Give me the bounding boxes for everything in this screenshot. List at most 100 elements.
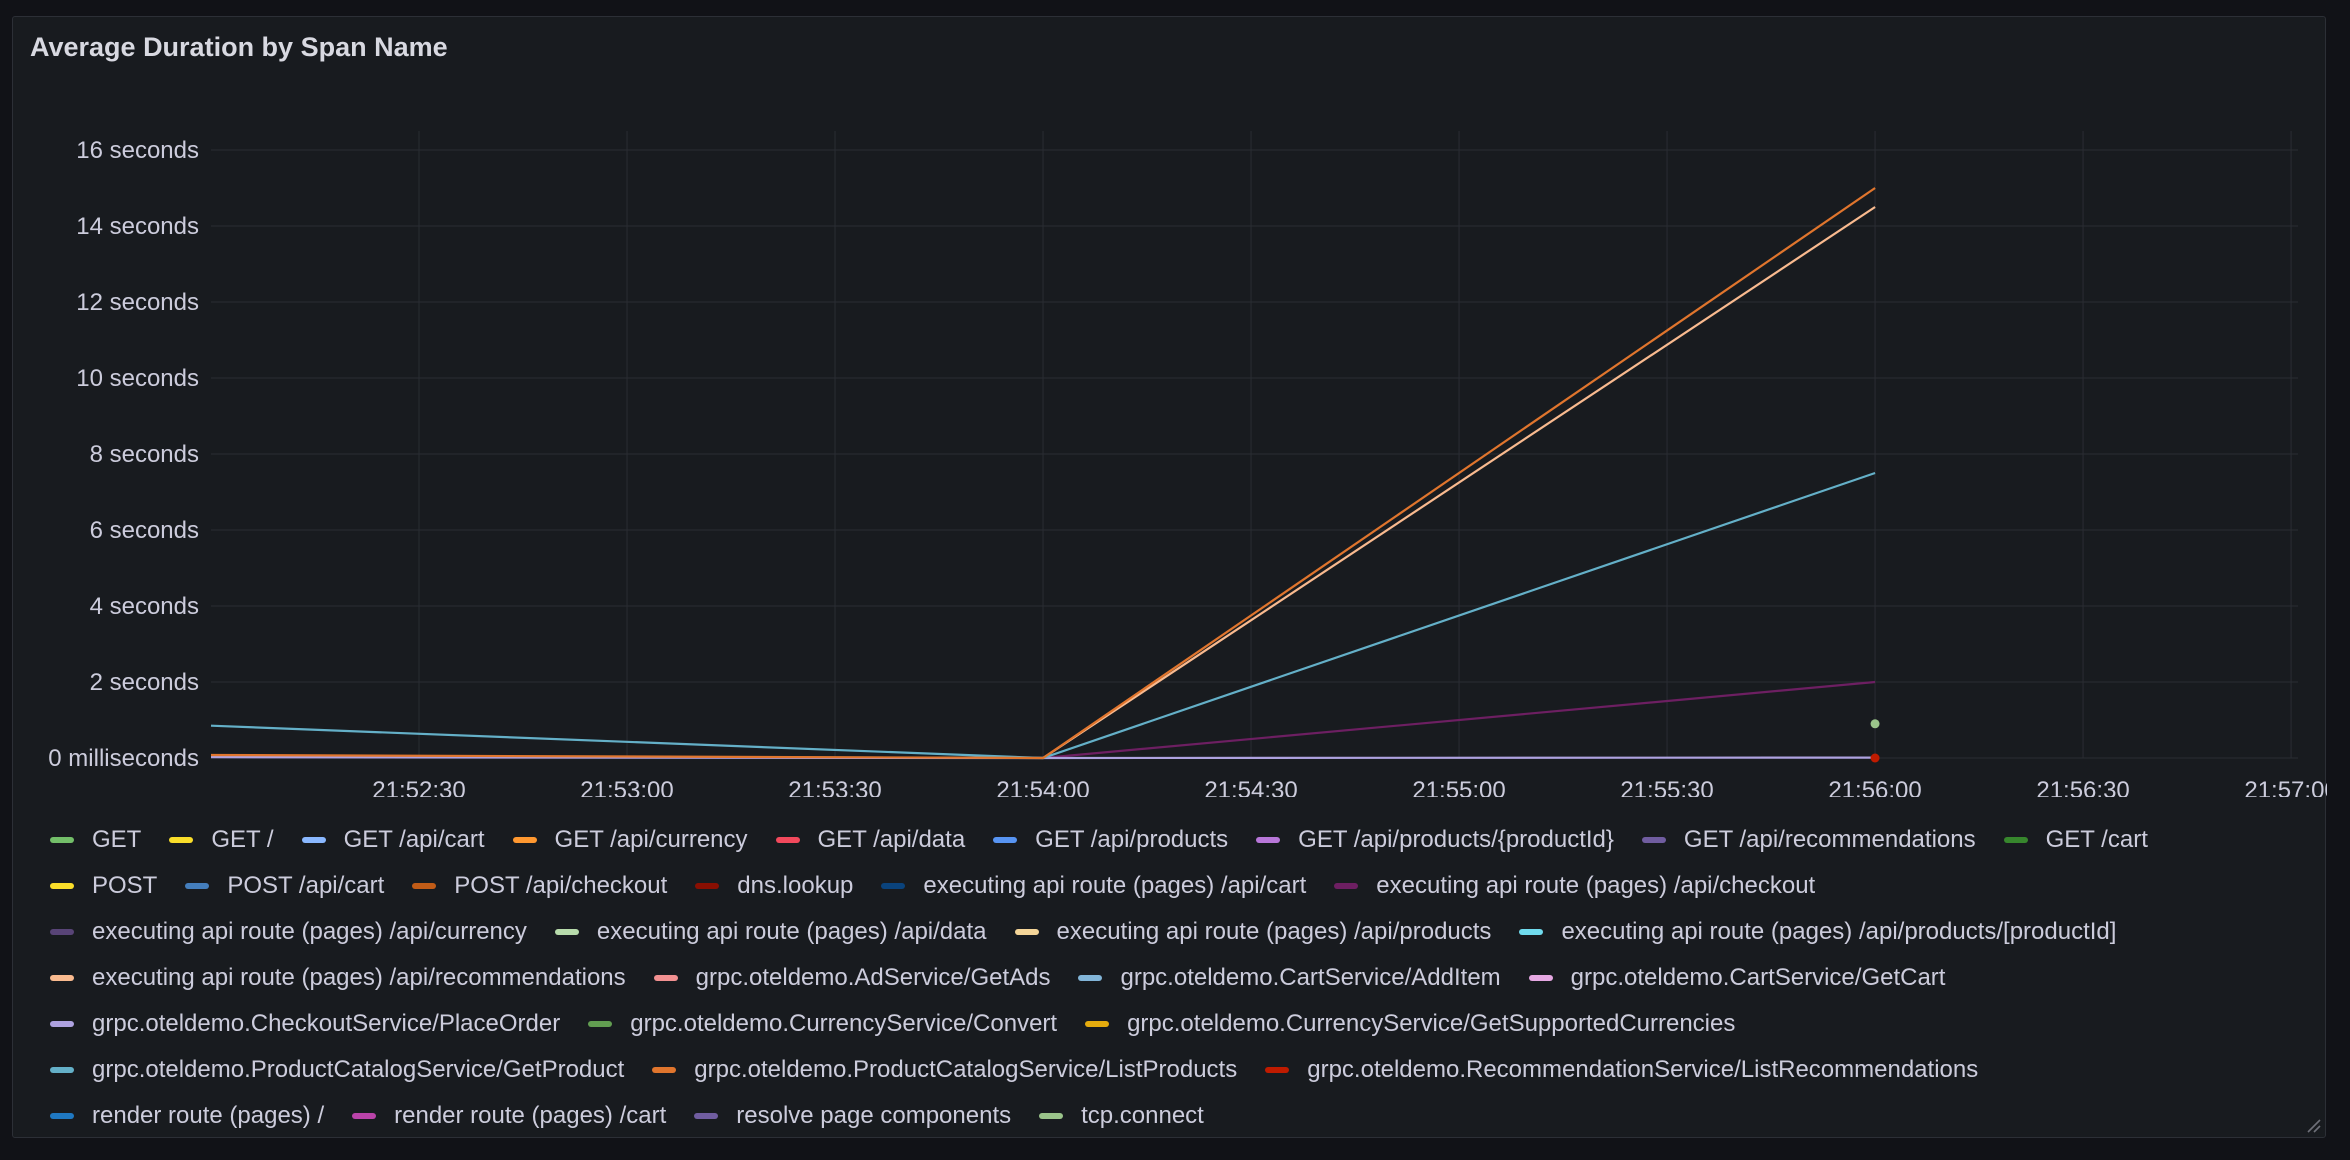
- y-tick-label: 4 seconds: [90, 593, 199, 620]
- legend-item[interactable]: GET /api/products/{productId}: [1256, 826, 1614, 854]
- legend-item[interactable]: POST: [50, 872, 157, 900]
- legend-label: grpc.oteldemo.ProductCatalogService/List…: [694, 1056, 1238, 1083]
- chart-panel: Average Duration by Span Name 0 millisec…: [12, 16, 2327, 1138]
- legend-label: GET /api/products: [1035, 826, 1229, 853]
- legend-swatch: [185, 883, 210, 889]
- legend-label: executing api route (pages) /api/product…: [1561, 918, 2117, 945]
- legend-item[interactable]: render route (pages) /cart: [352, 1102, 666, 1130]
- legend-item[interactable]: executing api route (pages) /api/product…: [1014, 918, 1491, 946]
- y-tick-label: 0 milliseconds: [48, 745, 199, 772]
- x-tick-label: 21:53:00: [580, 777, 673, 797]
- legend-swatch: [512, 837, 537, 843]
- legend-label: render route (pages) /: [92, 1102, 325, 1129]
- legend-label: grpc.oteldemo.CartService/GetCart: [1570, 964, 1946, 991]
- legend-item[interactable]: grpc.oteldemo.ProductCatalogService/GetP…: [50, 1056, 624, 1084]
- y-tick-label: 14 seconds: [76, 213, 199, 240]
- resize-handle-icon[interactable]: [2303, 1115, 2321, 1133]
- legend-label: tcp.connect: [1081, 1102, 1204, 1129]
- legend-label: GET /api/products/{productId}: [1298, 826, 1614, 853]
- legend-item[interactable]: grpc.oteldemo.RecommendationService/List…: [1265, 1056, 1978, 1084]
- legend-item[interactable]: grpc.oteldemo.CurrencyService/Convert: [588, 1010, 1057, 1038]
- legend-label: render route (pages) /cart: [394, 1102, 667, 1129]
- data-point[interactable]: [1870, 719, 1880, 729]
- legend-item[interactable]: GET /api/recommendations: [1641, 826, 1976, 854]
- x-tick-label: 21:56:00: [1828, 777, 1921, 797]
- x-tick-label: 21:54:00: [996, 777, 1089, 797]
- legend-item[interactable]: executing api route (pages) /api/checkou…: [1334, 872, 1815, 900]
- legend-label: resolve page components: [736, 1102, 1012, 1129]
- legend-item[interactable]: dns.lookup: [695, 872, 853, 900]
- legend-swatch: [169, 837, 194, 843]
- legend-label: executing api route (pages) /api/currenc…: [92, 918, 527, 945]
- chart-legend: GET GET / GET /api/cart GET /api/currency GE…: [50, 817, 2340, 1139]
- legend-row: grpc.oteldemo.CheckoutService/PlaceOrder…: [50, 1001, 2340, 1047]
- y-tick-label: 12 seconds: [76, 289, 199, 316]
- legend-swatch: [50, 1021, 74, 1027]
- legend-swatch: [775, 837, 800, 843]
- legend-label: GET /api/currency: [554, 826, 748, 853]
- legend-swatch: [352, 1113, 377, 1119]
- legend-swatch: [993, 837, 1018, 843]
- legend-swatch: [652, 1067, 677, 1073]
- legend-item[interactable]: POST /api/checkout: [412, 872, 667, 900]
- legend-item[interactable]: executing api route (pages) /api/product…: [1519, 918, 2116, 946]
- legend-swatch: [412, 883, 437, 889]
- legend-swatch: [1039, 1113, 1064, 1119]
- legend-swatch: [1265, 1067, 1290, 1073]
- legend-label: POST: [92, 872, 158, 899]
- legend-label: GET /api/recommendations: [1683, 826, 1976, 853]
- legend-row: executing api route (pages) /api/recomme…: [50, 955, 2340, 1001]
- legend-item[interactable]: grpc.oteldemo.AdService/GetAds: [653, 964, 1051, 992]
- legend-item[interactable]: render route (pages) /: [50, 1102, 324, 1130]
- x-tick-label: 21:57:00: [2244, 777, 2327, 797]
- legend-item[interactable]: GET /api/data: [775, 826, 966, 854]
- legend-label: grpc.oteldemo.ProductCatalogService/GetP…: [92, 1056, 625, 1083]
- x-tick-label: 21:56:30: [2036, 777, 2129, 797]
- legend-label: grpc.oteldemo.AdService/GetAds: [695, 964, 1051, 991]
- legend-item[interactable]: GET /cart: [2003, 826, 2148, 854]
- legend-label: GET /cart: [2045, 826, 2148, 853]
- legend-swatch: [1085, 1021, 1110, 1027]
- legend-label: executing api route (pages) /api/checkou…: [1376, 872, 1816, 899]
- legend-item[interactable]: executing api route (pages) /api/cart: [881, 872, 1306, 900]
- legend-item[interactable]: grpc.oteldemo.CheckoutService/PlaceOrder: [50, 1010, 560, 1038]
- legend-item[interactable]: GET /: [169, 826, 274, 854]
- legend-item[interactable]: executing api route (pages) /api/data: [554, 918, 987, 946]
- line-chart[interactable]: 0 milliseconds 2 seconds 4 seconds 6 second…: [13, 117, 2327, 797]
- legend-item[interactable]: grpc.oteldemo.CurrencyService/GetSupport…: [1085, 1010, 1735, 1038]
- legend-item[interactable]: grpc.oteldemo.CartService/GetCart: [1528, 964, 1946, 992]
- legend-item[interactable]: GET /api/cart: [301, 826, 485, 854]
- legend-item[interactable]: executing api route (pages) /api/currenc…: [50, 918, 527, 946]
- legend-item[interactable]: executing api route (pages) /api/recomme…: [50, 964, 626, 992]
- legend-label: executing api route (pages) /api/data: [596, 918, 987, 945]
- chart-grid: [211, 131, 2298, 759]
- legend-item[interactable]: GET /api/products: [993, 826, 1228, 854]
- legend-swatch: [50, 1113, 74, 1119]
- legend-item[interactable]: resolve page components: [694, 1102, 1011, 1130]
- legend-item[interactable]: GET /api/currency: [512, 826, 748, 854]
- panel-title: Average Duration by Span Name: [30, 32, 448, 62]
- legend-label: POST /api/cart: [227, 872, 385, 899]
- legend-swatch: [588, 1021, 613, 1027]
- legend-swatch: [50, 883, 74, 889]
- data-point[interactable]: [1870, 753, 1880, 763]
- legend-swatch: [1078, 975, 1103, 981]
- legend-swatch: [50, 929, 74, 935]
- legend-label: GET /api/data: [817, 826, 966, 853]
- legend-item[interactable]: POST /api/cart: [185, 872, 384, 900]
- legend-item[interactable]: grpc.oteldemo.ProductCatalogService/List…: [652, 1056, 1237, 1084]
- legend-item[interactable]: tcp.connect: [1039, 1102, 1204, 1130]
- legend-swatch: [554, 929, 579, 935]
- legend-item[interactable]: grpc.oteldemo.CartService/AddItem: [1078, 964, 1501, 992]
- legend-swatch: [50, 837, 74, 843]
- legend-item[interactable]: GET: [50, 826, 141, 854]
- y-tick-label: 8 seconds: [90, 441, 199, 468]
- legend-row: render route (pages) / render route (page…: [50, 1093, 2340, 1139]
- y-tick-label: 2 seconds: [90, 669, 199, 696]
- legend-row: GET GET / GET /api/cart GET /api/currency GE…: [50, 817, 2340, 863]
- legend-label: grpc.oteldemo.CurrencyService/GetSupport…: [1127, 1010, 1736, 1037]
- legend-label: GET /: [211, 826, 274, 853]
- legend-label: grpc.oteldemo.RecommendationService/List…: [1307, 1056, 1979, 1083]
- legend-swatch: [50, 1067, 74, 1073]
- legend-swatch: [1528, 975, 1553, 981]
